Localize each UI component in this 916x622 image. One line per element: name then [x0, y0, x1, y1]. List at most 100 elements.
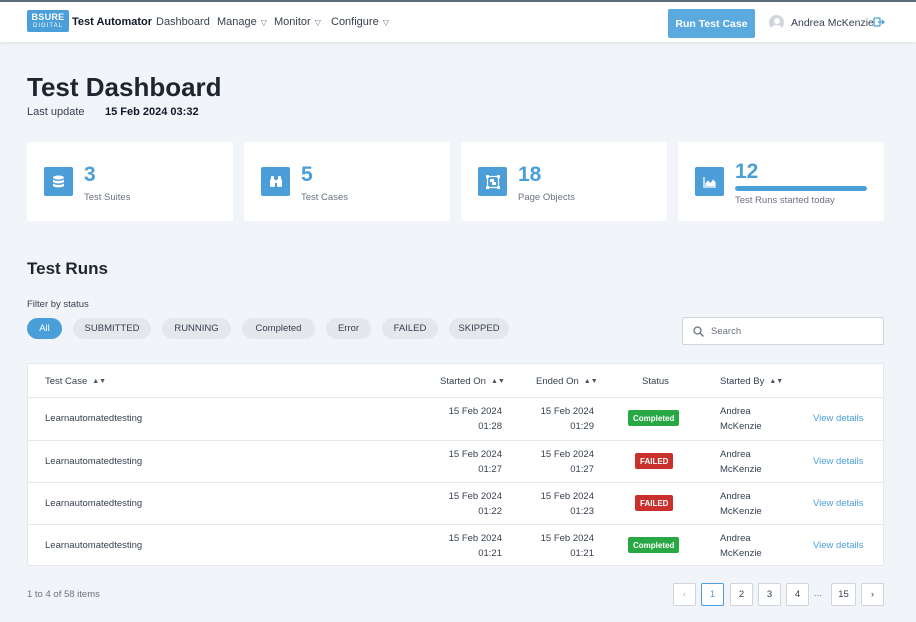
- run-test-case-button[interactable]: Run Test Case: [668, 9, 755, 38]
- area-chart-icon: [695, 167, 724, 196]
- column-header-ended-on[interactable]: Ended On ▲▼: [536, 376, 598, 387]
- stat-value: 12: [735, 160, 759, 183]
- brand-logo[interactable]: BSURE DIGITAL: [27, 10, 69, 32]
- filter-chip-all[interactable]: All: [27, 318, 62, 339]
- cell-date: 15 Feb 2024: [448, 406, 502, 417]
- pagination-page-1[interactable]: 1: [701, 583, 724, 606]
- user-name[interactable]: Andrea McKenzie: [791, 17, 874, 29]
- nav-monitor[interactable]: Monitor ▽: [274, 16, 321, 28]
- stat-card-test-suites[interactable]: 3 Test Suites: [27, 142, 233, 221]
- column-header-test-case[interactable]: Test Case ▲▼: [45, 376, 106, 387]
- status-badge-completed: Completed: [628, 537, 680, 553]
- filter-chip-skipped[interactable]: SKIPPED: [449, 318, 509, 339]
- cell-test-case: Learnautomatedtesting: [45, 498, 143, 509]
- table-row: Learnautomatedtesting 15 Feb 2024 01:22 1…: [28, 482, 883, 524]
- stat-label: Test Suites: [84, 192, 131, 203]
- cell-ended-on: 15 Feb 2024 01:27: [541, 447, 594, 477]
- nav-dashboard[interactable]: Dashboard: [156, 16, 210, 28]
- sort-icon: ▲▼: [490, 378, 505, 385]
- table-row: Learnautomatedtesting 15 Feb 2024 01:27 1…: [28, 440, 883, 482]
- column-header-label: Ended On: [536, 376, 579, 387]
- pagination-page-2[interactable]: 2: [730, 583, 753, 606]
- cell-time: 01:28: [478, 421, 502, 432]
- stat-label: Test Runs started today: [735, 195, 835, 206]
- test-runs-progress-bar: [735, 186, 867, 191]
- cell-time: 01:23: [570, 506, 594, 517]
- logo-text-bottom: DIGITAL: [33, 23, 63, 29]
- cell-time: 01:27: [478, 464, 502, 475]
- items-count: 1 to 4 of 58 items: [27, 589, 100, 600]
- chevron-down-icon: ▽: [260, 18, 267, 27]
- filter-chip-error[interactable]: Error: [326, 318, 371, 339]
- view-details-link[interactable]: View details: [813, 540, 864, 551]
- chevron-down-icon: ▽: [382, 18, 389, 27]
- nav-monitor-label: Monitor: [274, 16, 311, 28]
- cell-date: 15 Feb 2024: [540, 449, 594, 460]
- cell-last-name: McKenzie: [720, 548, 762, 559]
- top-navbar: BSURE DIGITAL Test Automator Dashboard M…: [0, 0, 916, 42]
- cell-started-on: 15 Feb 2024 01:21: [449, 531, 502, 561]
- cell-test-case: Learnautomatedtesting: [45, 413, 143, 424]
- cell-time: 01:29: [570, 421, 594, 432]
- nav-manage-label: Manage: [217, 16, 257, 28]
- cell-started-by: Andrea McKenzie: [720, 447, 762, 477]
- cell-started-by: Andrea McKenzie: [720, 489, 762, 519]
- pagination-ellipsis: ...: [814, 588, 822, 599]
- search-box[interactable]: [682, 317, 884, 345]
- app-name[interactable]: Test Automator: [72, 16, 152, 28]
- avatar-body-shape: [771, 25, 782, 30]
- stat-card-test-runs-today[interactable]: 12 Test Runs started today: [678, 142, 884, 221]
- cell-ended-on: 15 Feb 2024 01:29: [541, 404, 594, 434]
- pagination-page-last[interactable]: 15: [831, 583, 856, 606]
- view-details-link[interactable]: View details: [813, 413, 864, 424]
- filter-label: Filter by status: [27, 299, 89, 310]
- filter-chip-completed[interactable]: Completed: [242, 318, 315, 339]
- pagination-prev-button[interactable]: ‹: [673, 583, 696, 606]
- view-details-link[interactable]: View details: [813, 456, 864, 467]
- logout-icon[interactable]: [873, 16, 885, 28]
- cell-time: 01:27: [570, 464, 594, 475]
- search-icon: [693, 326, 704, 337]
- nav-manage[interactable]: Manage ▽: [217, 16, 267, 28]
- sort-icon: ▲▼: [92, 378, 107, 385]
- nav-dashboard-label: Dashboard: [156, 16, 210, 28]
- cell-last-name: McKenzie: [720, 506, 762, 517]
- column-header-started-by[interactable]: Started By ▲▼: [720, 376, 783, 387]
- status-badge-failed: FAILED: [635, 453, 674, 469]
- chevron-down-icon: ▽: [314, 18, 321, 27]
- object-group-icon: [478, 167, 507, 196]
- binoculars-icon: [261, 167, 290, 196]
- filter-chip-failed[interactable]: FAILED: [382, 318, 438, 339]
- nav-configure[interactable]: Configure ▽: [331, 16, 389, 28]
- cell-date: 15 Feb 2024: [448, 533, 502, 544]
- user-avatar[interactable]: [769, 15, 784, 30]
- stat-label: Page Objects: [518, 192, 576, 203]
- cell-first-name: Andrea: [720, 533, 751, 544]
- pagination-page-4[interactable]: 4: [786, 583, 809, 606]
- last-update-value: 15 Feb 2024 03:32: [105, 106, 199, 118]
- database-icon: [44, 167, 73, 196]
- cell-first-name: Andrea: [720, 449, 751, 460]
- cell-date: 15 Feb 2024: [540, 406, 594, 417]
- status-badge-completed: Completed: [628, 410, 680, 426]
- filter-chip-submitted[interactable]: SUBMITTED: [73, 318, 151, 339]
- cell-test-case: Learnautomatedtesting: [45, 540, 143, 551]
- cell-date: 15 Feb 2024: [540, 491, 594, 502]
- view-details-link[interactable]: View details: [813, 498, 864, 509]
- search-input[interactable]: [711, 322, 876, 340]
- pagination-next-button[interactable]: ›: [861, 583, 884, 606]
- pagination-page-3[interactable]: 3: [758, 583, 781, 606]
- stat-card-test-cases[interactable]: 5 Test Cases: [244, 142, 450, 221]
- sort-icon: ▲▼: [583, 378, 598, 385]
- stat-card-page-objects[interactable]: 18 Page Objects: [461, 142, 667, 221]
- filter-chip-running[interactable]: RUNNING: [162, 318, 231, 339]
- column-header-status: Status: [642, 376, 669, 387]
- cell-started-on: 15 Feb 2024 01:27: [449, 447, 502, 477]
- stat-label: Test Cases: [301, 192, 348, 203]
- cell-started-on: 15 Feb 2024 01:22: [449, 489, 502, 519]
- column-header-started-on[interactable]: Started On ▲▼: [440, 376, 505, 387]
- cell-test-case: Learnautomatedtesting: [45, 456, 143, 467]
- cell-ended-on: 15 Feb 2024 01:23: [541, 489, 594, 519]
- progress-fill: [735, 186, 867, 191]
- cell-started-by: Andrea McKenzie: [720, 531, 762, 561]
